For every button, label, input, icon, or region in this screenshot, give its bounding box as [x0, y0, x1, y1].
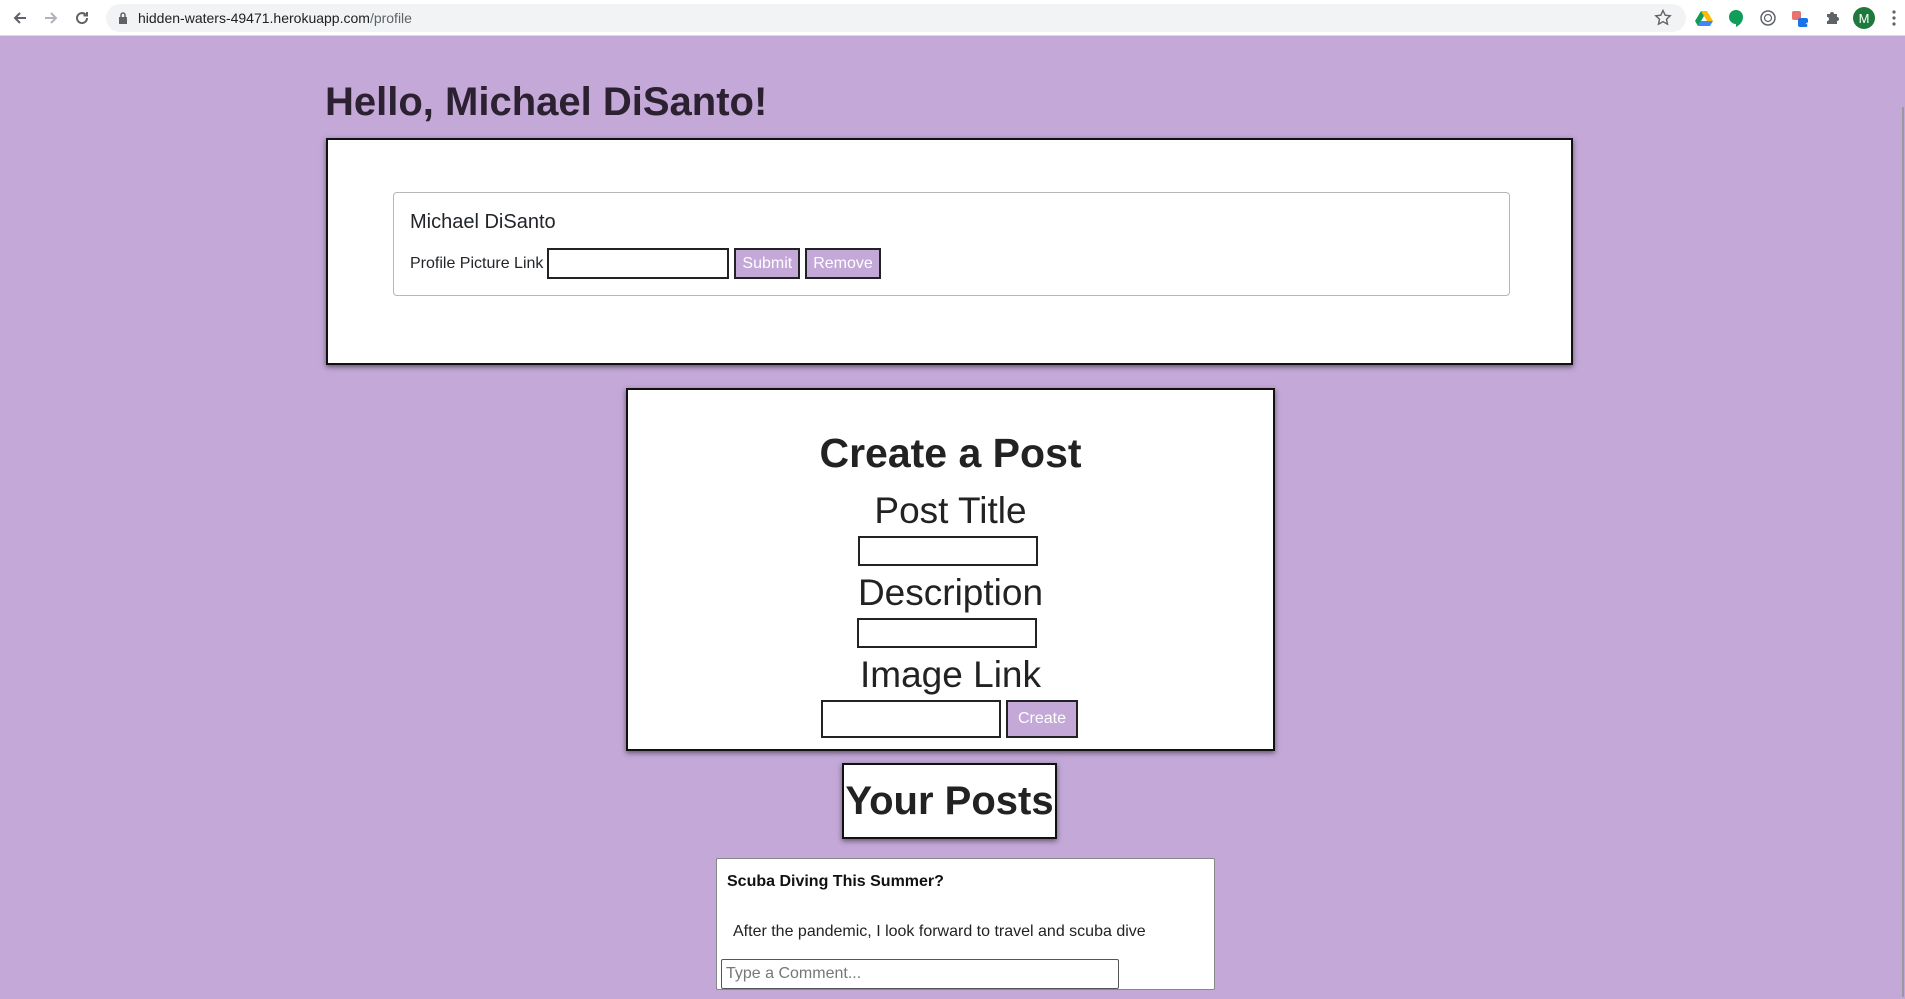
page-title: Hello, Michael DiSanto!	[325, 80, 768, 124]
post-description: After the pandemic, I look forward to tr…	[733, 923, 1146, 940]
post-title: Scuba Diving This Summer?	[727, 873, 944, 890]
lock-icon	[118, 12, 128, 24]
description-label: Description	[857, 572, 1044, 613]
extension-badge-count: 1	[1804, 21, 1810, 31]
submit-button[interactable]: Submit	[734, 248, 801, 279]
scrollbar[interactable]	[1899, 37, 1905, 999]
profile-name: Michael DiSanto	[410, 211, 556, 233]
profile-panel: Michael DiSanto Profile Picture Link Sub…	[326, 138, 1573, 365]
post-title-input[interactable]	[858, 536, 1038, 566]
post-title-label: Post Title	[874, 490, 1027, 531]
profile-card: Michael DiSanto Profile Picture Link Sub…	[393, 192, 1510, 296]
image-link-label: Image Link	[860, 654, 1041, 695]
create-post-panel: Create a Post Post Title Description Ima…	[626, 388, 1275, 751]
your-posts-heading: Your Posts	[842, 763, 1057, 839]
extension-circle-icon[interactable]	[1757, 7, 1779, 29]
url-host: hidden-waters-49471.herokuapp.com	[138, 10, 370, 26]
drive-icon[interactable]	[1693, 7, 1715, 29]
extension-badge-icon[interactable]: 1	[1789, 7, 1811, 31]
avatar-initial: M	[1853, 7, 1875, 29]
description-input[interactable]	[857, 618, 1037, 648]
browser-toolbar: hidden-waters-49471.herokuapp.com/profil…	[0, 0, 1905, 36]
image-link-input[interactable]	[821, 700, 1001, 738]
url-path: /profile	[369, 10, 412, 26]
forward-arrow-icon[interactable]	[39, 6, 63, 30]
puzzle-icon[interactable]	[1821, 7, 1843, 29]
hangouts-icon[interactable]	[1725, 7, 1747, 29]
profile-picture-label: Profile Picture Link	[410, 254, 544, 272]
create-post-heading: Create a Post	[819, 430, 1082, 476]
reload-icon[interactable]	[70, 6, 94, 30]
create-button[interactable]: Create	[1006, 700, 1078, 738]
scrollbar-thumb[interactable]	[1902, 107, 1904, 997]
back-arrow-icon[interactable]	[8, 6, 32, 30]
avatar[interactable]: M	[1853, 7, 1875, 29]
comment-input[interactable]	[721, 959, 1119, 989]
post-card: Scuba Diving This Summer? After the pand…	[716, 858, 1215, 990]
kebab-menu-icon[interactable]	[1883, 7, 1905, 29]
profile-picture-input[interactable]	[547, 248, 730, 279]
remove-button[interactable]: Remove	[805, 248, 881, 279]
profile-picture-row: Profile Picture Link Submit Remove	[410, 248, 1493, 279]
star-icon[interactable]	[1654, 8, 1672, 30]
address-bar[interactable]: hidden-waters-49471.herokuapp.com/profil…	[106, 4, 1686, 32]
